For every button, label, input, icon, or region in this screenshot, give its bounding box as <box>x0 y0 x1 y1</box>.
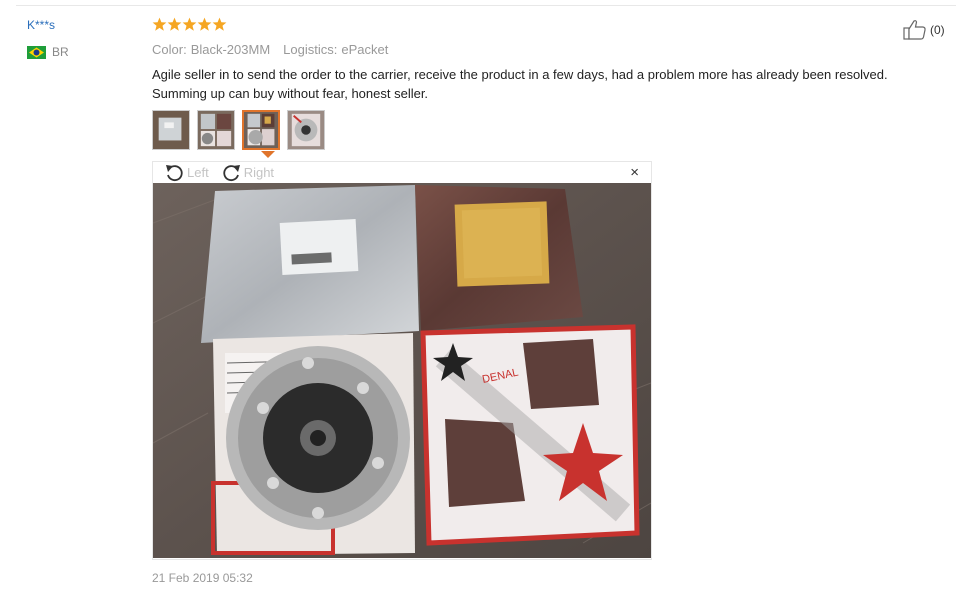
thumbnail-3[interactable] <box>242 110 280 150</box>
top-divider <box>16 5 956 6</box>
rotate-right-label: Right <box>243 165 275 180</box>
country-code: BR <box>52 45 69 59</box>
logistics-info: Logistics: ePacket <box>283 42 388 57</box>
useful-button[interactable]: (0) <box>903 19 945 40</box>
rotate-right-icon <box>221 163 242 182</box>
star-icon <box>182 17 197 32</box>
rotate-left-icon <box>164 163 185 182</box>
color-info: Color: Black-203MM <box>152 42 270 57</box>
rotate-left-button[interactable]: Left <box>164 163 209 182</box>
star-icon <box>152 17 167 32</box>
review-photo: DENAL <box>152 183 652 558</box>
reviewer-country: BR <box>27 45 69 59</box>
thumbnail-1[interactable] <box>152 110 190 150</box>
thumbnail-2[interactable] <box>197 110 235 150</box>
rotate-right-button[interactable]: Right <box>221 163 274 182</box>
star-rating <box>152 17 227 32</box>
review-text: Agile seller in to send the order to the… <box>152 67 888 101</box>
color-label: Color: <box>152 42 187 57</box>
flag-icon <box>27 45 46 59</box>
logistics-value: ePacket <box>341 42 389 57</box>
thumbnail-4[interactable] <box>287 110 325 150</box>
reviewer-name[interactable]: K***s <box>27 18 55 32</box>
review-date: 21 Feb 2019 05:32 <box>152 571 253 585</box>
photo-viewer: Left Right × DENAL <box>152 161 652 560</box>
useful-count: (0) <box>930 22 945 37</box>
order-meta: Color: Black-203MM Logistics: ePacket <box>152 42 388 57</box>
photo-thumbnails <box>152 110 325 150</box>
star-icon <box>212 17 227 32</box>
active-thumbnail-indicator <box>261 151 275 158</box>
close-icon[interactable]: × <box>630 165 639 180</box>
star-icon <box>167 17 182 32</box>
logistics-label: Logistics: <box>283 42 338 57</box>
color-value: Black-203MM <box>190 42 271 57</box>
star-icon <box>197 17 212 32</box>
viewer-toolbar: Left Right × <box>153 162 651 183</box>
thumbs-up-icon <box>903 19 927 40</box>
rotate-left-label: Left <box>187 165 209 180</box>
